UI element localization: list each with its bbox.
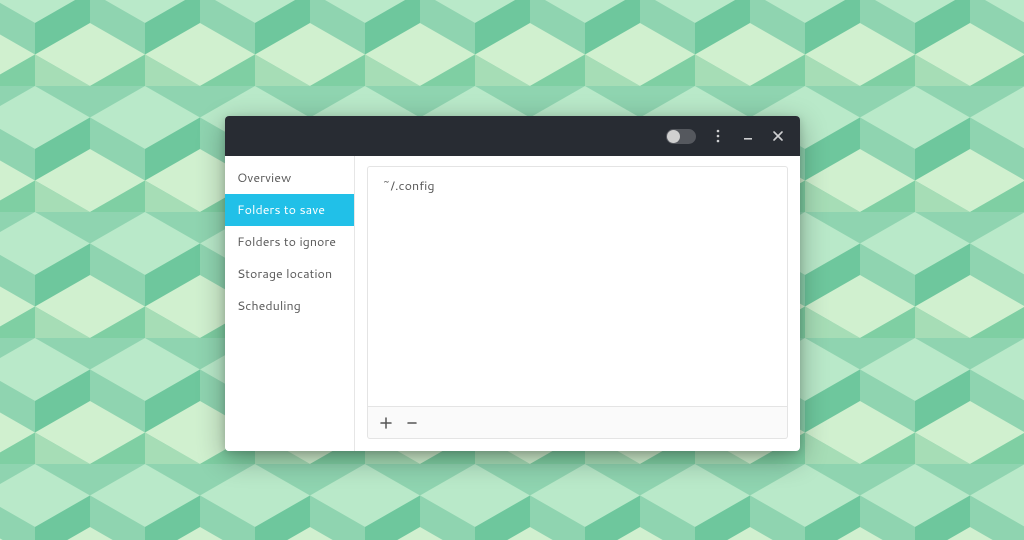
minimize-icon (742, 130, 754, 142)
add-folder-button[interactable] (374, 411, 398, 435)
sidebar-item-folders-to-ignore[interactable]: Folders to ignore (225, 226, 354, 258)
list-item[interactable]: ~/.config (368, 167, 787, 205)
minus-icon (405, 416, 419, 430)
minimize-button[interactable] (734, 122, 762, 150)
close-icon (772, 130, 784, 142)
kebab-menu-icon (712, 129, 724, 143)
sidebar-item-scheduling[interactable]: Scheduling (225, 290, 354, 322)
titlebar (225, 116, 800, 156)
content-pane: ~/.config (355, 156, 800, 451)
auto-backup-toggle[interactable] (666, 129, 696, 144)
remove-folder-button[interactable] (400, 411, 424, 435)
sidebar-item-storage-location[interactable]: Storage location (225, 258, 354, 290)
menu-button[interactable] (704, 122, 732, 150)
list-toolbar (367, 407, 788, 439)
backup-preferences-window: Overview Folders to save Folders to igno… (225, 116, 800, 451)
plus-icon (379, 416, 393, 430)
close-button[interactable] (764, 122, 792, 150)
sidebar-item-folders-to-save[interactable]: Folders to save (225, 194, 354, 226)
sidebar-item-overview[interactable]: Overview (225, 162, 354, 194)
folders-to-save-list[interactable]: ~/.config (367, 166, 788, 407)
settings-sidebar: Overview Folders to save Folders to igno… (225, 156, 355, 451)
